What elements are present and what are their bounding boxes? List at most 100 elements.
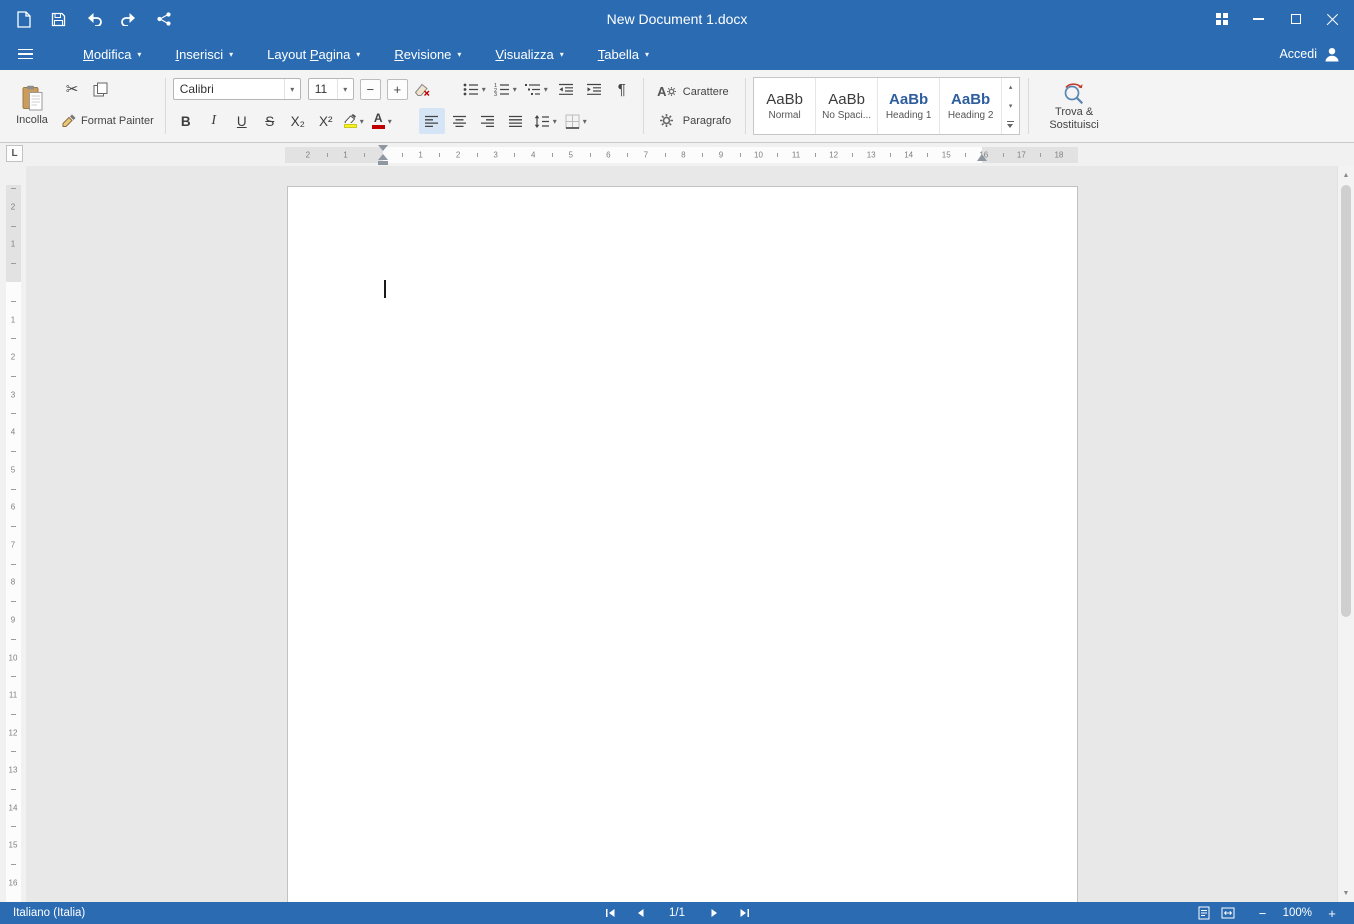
- font-size-select[interactable]: 11 ▾: [307, 78, 354, 100]
- fit-page-button[interactable]: [1195, 904, 1213, 922]
- styles-scroll-up-button[interactable]: ▴: [1002, 78, 1019, 97]
- close-button[interactable]: [1315, 4, 1350, 34]
- style-heading-2[interactable]: AaBb Heading 2: [940, 78, 1003, 134]
- document-area: 2 1 1 2 3 4 5 6 7 8 9 10 11 12 13 14 15 16 ▲ ▼: [0, 166, 1354, 902]
- cut-button[interactable]: ✂: [59, 76, 85, 102]
- increase-font-size-button[interactable]: +: [386, 78, 408, 100]
- underline-button[interactable]: U: [229, 108, 255, 134]
- first-line-indent-marker[interactable]: [378, 145, 388, 151]
- increase-indent-button[interactable]: [581, 76, 607, 102]
- undo-button[interactable]: [78, 4, 109, 34]
- italic-button[interactable]: I: [201, 108, 227, 134]
- menu-revisione[interactable]: Revisione ▾: [377, 38, 478, 70]
- line-spacing-button[interactable]: ▾: [531, 108, 560, 134]
- font-family-select[interactable]: Calibri ▾: [172, 78, 301, 100]
- show-paragraph-marks-button[interactable]: ¶: [609, 76, 635, 102]
- format-painter-label: Format Painter: [81, 115, 154, 127]
- bullet-list-button[interactable]: ▾: [460, 76, 489, 102]
- strikethrough-button[interactable]: S: [257, 108, 283, 134]
- align-justify-button[interactable]: [503, 108, 529, 134]
- layout-grid-icon: [1215, 13, 1228, 25]
- paste-button[interactable]: Incolla: [10, 73, 54, 137]
- vertical-scrollbar[interactable]: ▲ ▼: [1337, 166, 1354, 902]
- next-page-button[interactable]: [707, 906, 721, 920]
- scroll-up-button[interactable]: ▲: [1338, 168, 1354, 182]
- vertical-ruler-margin: [6, 185, 21, 282]
- new-document-button[interactable]: [8, 4, 39, 34]
- paragraph-dialog-button[interactable]: Paragrafo: [653, 108, 735, 134]
- font-dialog-button[interactable]: A Carattere: [653, 79, 735, 105]
- format-painter-button[interactable]: Format Painter: [59, 108, 157, 134]
- language-selector[interactable]: Italiano (Italia): [0, 902, 98, 924]
- zoom-out-button[interactable]: −: [1255, 905, 1271, 921]
- layout-switch-button[interactable]: [1204, 4, 1239, 34]
- title-bar: New Document 1.docx: [0, 0, 1354, 38]
- font-dialog-label: Carattere: [682, 85, 729, 98]
- maximize-button[interactable]: [1278, 4, 1313, 34]
- multilevel-list-button[interactable]: ▾: [522, 76, 551, 102]
- styles-gallery-arrows: ▴ ▾: [1002, 78, 1019, 134]
- menu-inserisci[interactable]: Inserisci ▾: [158, 38, 250, 70]
- styles-gallery: AaBb Normal AaBb No Spaci... AaBb Headin…: [753, 77, 1021, 135]
- main-menu-button[interactable]: [0, 38, 50, 70]
- decrease-indent-button[interactable]: [553, 76, 579, 102]
- style-no-spacing[interactable]: AaBb No Spaci...: [816, 78, 879, 134]
- vertical-ruler[interactable]: 2 1 1 2 3 4 5 6 7 8 9 10 11 12 13 14 15 16: [0, 166, 26, 902]
- copy-button[interactable]: [87, 76, 113, 102]
- highlight-color-button[interactable]: ▾: [341, 108, 367, 134]
- font-color-button[interactable]: A ▾: [369, 108, 395, 134]
- align-center-button[interactable]: [447, 108, 473, 134]
- zoom-in-button[interactable]: +: [1324, 905, 1340, 921]
- minimize-button[interactable]: [1241, 4, 1276, 34]
- menu-tabella[interactable]: Tabella ▾: [581, 38, 666, 70]
- numbered-list-button[interactable]: 123 ▾: [491, 76, 520, 102]
- document-page[interactable]: [287, 186, 1078, 902]
- previous-page-button[interactable]: [633, 906, 647, 920]
- borders-button[interactable]: ▾: [562, 108, 590, 134]
- sign-in-button[interactable]: Accedi: [1265, 38, 1354, 70]
- menu-items: Modifica ▾ Inserisci ▾ Layout Pagina ▾ R…: [66, 38, 666, 70]
- font-family-value: Calibri: [179, 82, 214, 96]
- scroll-down-button[interactable]: ▼: [1338, 886, 1354, 900]
- pilcrow-icon: ¶: [617, 80, 626, 98]
- style-normal[interactable]: AaBb Normal: [754, 78, 817, 134]
- fit-width-button[interactable]: [1219, 904, 1237, 922]
- hanging-indent-marker[interactable]: [378, 154, 388, 160]
- styles-scroll-down-button[interactable]: ▾: [1002, 97, 1019, 116]
- minus-icon: −: [1258, 905, 1267, 921]
- style-heading-1[interactable]: AaBb Heading 1: [878, 78, 941, 134]
- last-page-icon: [740, 909, 749, 917]
- chevron-down-icon: ▾: [283, 79, 300, 99]
- font-color-icon: A: [371, 112, 385, 129]
- superscript-button[interactable]: X²: [313, 108, 339, 134]
- zoom-level[interactable]: 100%: [1283, 907, 1312, 919]
- decrease-font-size-button[interactable]: −: [359, 78, 381, 100]
- last-page-button[interactable]: [737, 906, 751, 920]
- clear-formatting-button[interactable]: [410, 76, 436, 102]
- chevron-down-icon: ▾: [512, 84, 517, 94]
- first-page-button[interactable]: [603, 906, 617, 920]
- subscript-button[interactable]: X₂: [285, 108, 311, 134]
- align-center-icon: [453, 115, 467, 127]
- menu-modifica[interactable]: Modifica ▾: [66, 38, 158, 70]
- align-right-button[interactable]: [475, 108, 501, 134]
- left-indent-marker[interactable]: [378, 161, 388, 165]
- align-left-button[interactable]: [418, 108, 445, 134]
- previous-page-icon: [637, 909, 643, 917]
- plus-icon: +: [1328, 905, 1336, 921]
- redo-button[interactable]: [113, 4, 144, 34]
- increase-indent-icon: [586, 83, 601, 95]
- styles-group: AaBb Normal AaBb No Spaci... AaBb Headin…: [745, 73, 1028, 139]
- find-replace-button[interactable]: Trova & Sostituisci: [1036, 82, 1112, 131]
- right-indent-marker[interactable]: [977, 154, 987, 161]
- menu-visualizza[interactable]: Visualizza ▾: [478, 38, 580, 70]
- menu-layout-pagina[interactable]: Layout Pagina ▾: [250, 38, 377, 70]
- numbered-list-icon: 123: [494, 83, 509, 96]
- tab-stop-selector[interactable]: L: [6, 145, 23, 162]
- bold-button[interactable]: B: [173, 108, 199, 134]
- scrollbar-thumb[interactable]: [1341, 185, 1351, 617]
- save-button[interactable]: [43, 4, 74, 34]
- styles-expand-button[interactable]: [1002, 115, 1019, 134]
- share-button[interactable]: [148, 4, 179, 34]
- horizontal-ruler[interactable]: 2 1 1 2 3 4 5 6 7 8 9 10 11 12 13 14 15 16 17 18: [285, 145, 1078, 165]
